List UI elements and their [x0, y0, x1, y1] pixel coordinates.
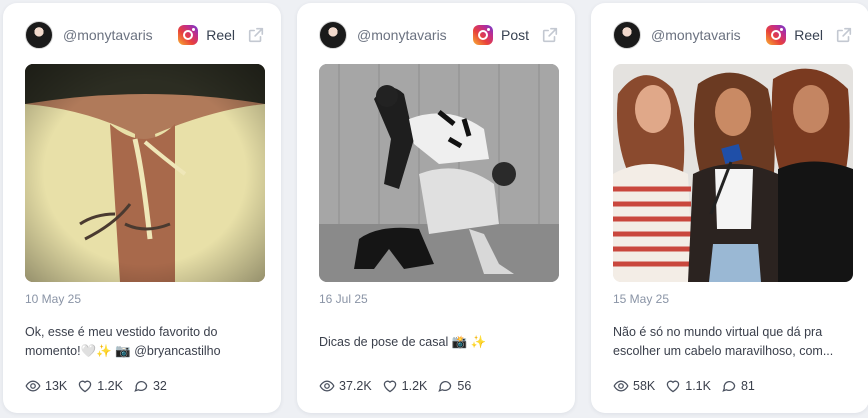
- likes-stat: 1.2K: [382, 378, 428, 394]
- post-stats: 37.2K 1.2K 56: [319, 378, 481, 394]
- post-caption: Não é só no mundo virtual que dá pra esc…: [613, 325, 834, 358]
- post-thumbnail[interactable]: [25, 64, 265, 282]
- instagram-icon: [472, 25, 493, 45]
- eye-icon: [319, 380, 335, 392]
- handle[interactable]: @monytavaris: [651, 27, 766, 43]
- card-header: @monytavaris Reel: [25, 19, 265, 51]
- card-header: @monytavaris Post: [319, 19, 559, 51]
- heart-icon: [79, 380, 92, 393]
- likes-stat: 1.1K: [665, 378, 711, 394]
- comments-count: 32: [152, 379, 167, 393]
- eye-icon: [613, 380, 629, 392]
- eye-icon: [25, 380, 41, 392]
- views-count: 58K: [633, 379, 656, 393]
- post-date: 16 Jul 25: [319, 292, 368, 306]
- comments-count: 81: [740, 379, 755, 393]
- likes-stat: 1.2K: [77, 378, 123, 394]
- heart-icon: [667, 380, 680, 393]
- heart-icon: [383, 380, 396, 393]
- comments-count: 56: [457, 379, 472, 393]
- likes-count: 1.2K: [97, 379, 123, 393]
- views-count: 13K: [45, 379, 68, 393]
- post-thumbnail[interactable]: [319, 64, 559, 282]
- post-card[interactable]: @monytavaris Reel 10 May 25 Ok, esse é m…: [3, 3, 281, 413]
- views-stat: 13K: [25, 378, 67, 394]
- comment-icon: [134, 381, 148, 392]
- handle[interactable]: @monytavaris: [357, 27, 473, 43]
- external-link-icon[interactable]: [541, 26, 559, 44]
- post-card[interactable]: @monytavaris Reel 15 May 25 Não é só no …: [591, 3, 868, 413]
- post-stats: 13K 1.2K 32: [25, 378, 177, 394]
- post-thumbnail[interactable]: [613, 64, 853, 282]
- comments-stat: 56: [437, 378, 471, 394]
- views-stat: 37.2K: [319, 378, 372, 394]
- instagram-icon: [178, 25, 199, 45]
- instagram-icon: [766, 25, 787, 45]
- likes-count: 1.1K: [685, 379, 711, 393]
- post-caption: Ok, esse é meu vestido favorito do momen…: [25, 325, 221, 358]
- card-header: @monytavaris Reel: [613, 19, 853, 51]
- avatar: [613, 21, 641, 49]
- comments-stat: 81: [721, 378, 755, 394]
- comments-stat: 32: [133, 378, 167, 394]
- post-caption: Dicas de pose de casal 📸 ✨: [319, 335, 487, 349]
- avatar: [25, 21, 53, 49]
- post-type-label: Post: [500, 27, 529, 43]
- external-link-icon[interactable]: [247, 26, 265, 44]
- post-date: 10 May 25: [25, 292, 82, 306]
- likes-count: 1.2K: [401, 379, 428, 393]
- external-link-icon[interactable]: [835, 26, 853, 44]
- post-card[interactable]: @monytavaris Post 16 Jul 25 Dicas de pos…: [297, 3, 575, 413]
- comment-icon: [722, 381, 736, 392]
- comment-icon: [438, 381, 452, 392]
- views-stat: 58K: [613, 378, 655, 394]
- views-count: 37.2K: [339, 379, 372, 393]
- handle[interactable]: @monytavaris: [63, 27, 178, 43]
- post-type-label: Reel: [206, 27, 235, 43]
- post-date: 15 May 25: [613, 292, 670, 306]
- avatar: [319, 21, 347, 49]
- post-type-label: Reel: [794, 27, 823, 43]
- post-stats: 58K 1.1K 81: [613, 378, 765, 394]
